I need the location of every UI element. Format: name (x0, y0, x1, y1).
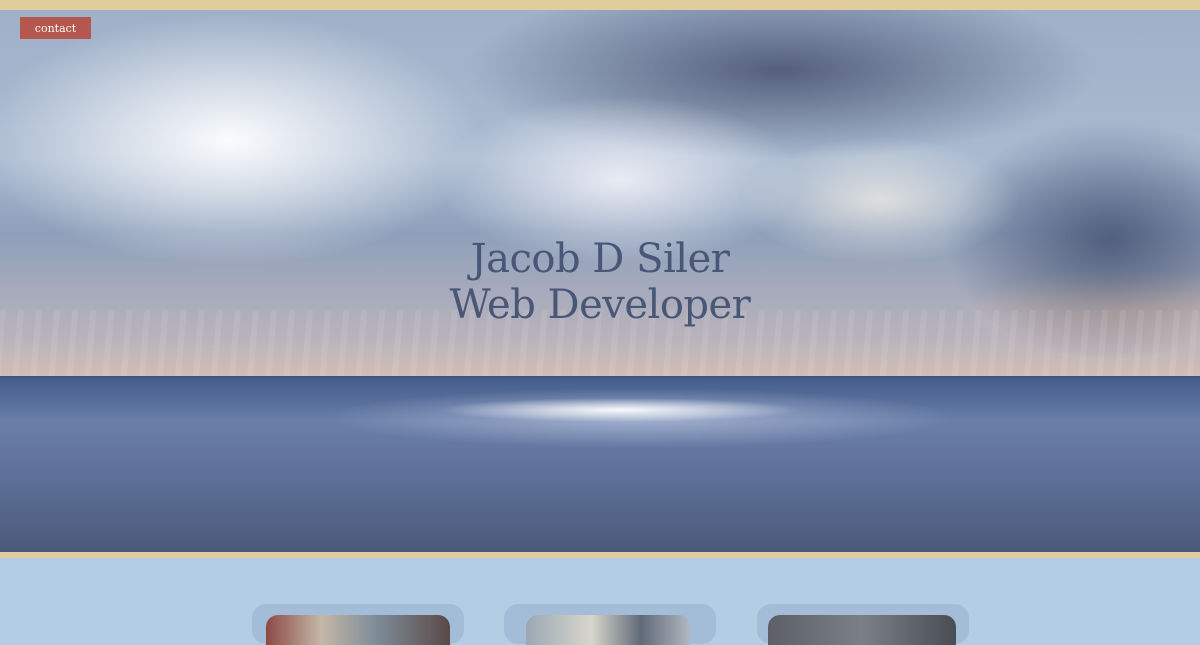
hero-banner: Jacob D Siler Web Developer (0, 10, 1200, 552)
project-card[interactable] (757, 604, 969, 645)
project-thumbnail[interactable] (768, 615, 956, 645)
project-thumbnail[interactable] (526, 615, 690, 645)
project-thumbnail[interactable] (266, 615, 450, 645)
hero-bottom-border (0, 552, 1200, 558)
hero-title: Jacob D Siler Web Developer (0, 236, 1200, 328)
contact-button[interactable]: contact (20, 17, 91, 39)
project-card[interactable] (504, 604, 716, 645)
project-card[interactable] (252, 604, 464, 645)
top-accent-border (0, 0, 1200, 10)
hero-name: Jacob D Siler (470, 236, 730, 282)
hero-role: Web Developer (449, 282, 751, 328)
project-cards (0, 604, 1200, 645)
hero-sea-image (0, 378, 1200, 552)
